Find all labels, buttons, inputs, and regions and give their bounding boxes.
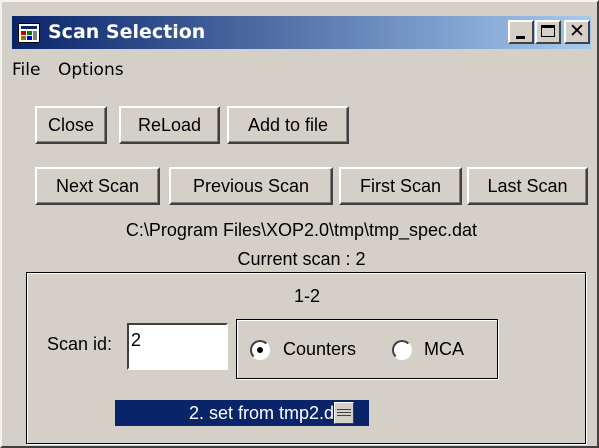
dataset-value: 2. set from tmp2.dat (189, 403, 350, 423)
scan-range: 1-2 (293, 286, 320, 306)
maximize-icon (541, 25, 555, 37)
next-scan-button[interactable]: Next Scan (35, 167, 160, 205)
window-title: Scan Selection (48, 21, 206, 43)
previous-scan-button[interactable]: Previous Scan (169, 167, 333, 205)
first-scan-button[interactable]: First Scan (339, 167, 462, 205)
scan-id-label: Scan id: (47, 334, 113, 354)
counters-label: Counters (283, 339, 357, 359)
maximize-button[interactable] (535, 20, 561, 44)
current-scan: Current scan : 2 (237, 249, 366, 269)
title-bar[interactable]: Scan Selection ✕ (12, 16, 591, 49)
minimize-button[interactable] (508, 20, 534, 44)
dataset-selector[interactable]: 2. set from tmp2.dat (115, 400, 369, 426)
mca-label: MCA (424, 339, 464, 359)
scan-selection-window: Scan Selection ✕ File Options Close ReLo… (0, 0, 599, 448)
close-button[interactable]: Close (35, 106, 107, 144)
close-window-button[interactable]: ✕ (564, 20, 590, 44)
reload-button[interactable]: ReLoad (119, 106, 220, 144)
minimize-icon (516, 36, 525, 39)
last-scan-button[interactable]: Last Scan (467, 167, 588, 205)
spinner-icon[interactable] (334, 402, 354, 424)
counters-radio[interactable] (250, 340, 270, 360)
menu-options[interactable]: Options (58, 60, 124, 80)
close-icon: ✕ (569, 20, 585, 42)
mca-radio[interactable] (392, 340, 412, 360)
menu-file[interactable]: File (12, 60, 40, 80)
app-icon (18, 23, 40, 43)
add-to-file-button[interactable]: Add to file (227, 106, 349, 144)
file-path: C:\Program Files\XOP2.0\tmp\tmp_spec.dat (125, 220, 478, 240)
radio-selected-dot (257, 347, 263, 353)
scan-id-input[interactable]: 2 (127, 323, 228, 370)
